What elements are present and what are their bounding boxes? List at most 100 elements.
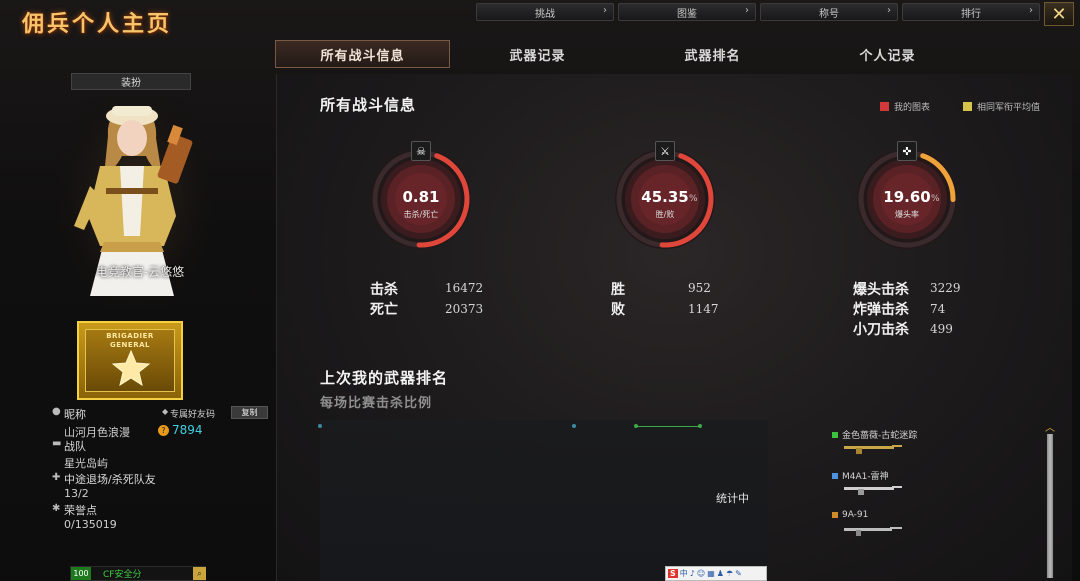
leave-icon: ✚ bbox=[52, 472, 61, 483]
ime-user-icon[interactable]: ♟ bbox=[717, 569, 724, 578]
leave-value: 13/2 bbox=[64, 487, 89, 500]
weapon-rank-subheading: 每场比赛击杀比例 bbox=[320, 396, 433, 411]
leaderboard-button[interactable]: 排行 › bbox=[902, 3, 1040, 21]
legend-mine: 我的图表 bbox=[880, 100, 930, 113]
bomb-kills-label: 炸弹击杀 bbox=[853, 302, 909, 318]
equip-button[interactable]: 装扮 bbox=[71, 73, 191, 90]
win-rate-value: 45.35 bbox=[641, 188, 689, 206]
friend-code-label: 专属好友码 bbox=[170, 410, 216, 420]
help-icon[interactable]: ? bbox=[158, 425, 169, 436]
tab-all-battle-info[interactable]: 所有战斗信息 bbox=[275, 40, 450, 68]
squad-label: 战队 bbox=[64, 440, 86, 453]
chevron-right-icon: › bbox=[887, 5, 891, 16]
wins-value: 952 bbox=[688, 281, 711, 295]
headshot-rate-percent: % bbox=[931, 194, 940, 204]
honor-icon: ✱ bbox=[52, 503, 61, 514]
handbook-button-label: 图鉴 bbox=[677, 8, 697, 20]
weapon-legend-item: 9A-91 bbox=[832, 510, 868, 520]
challenge-button-label: 挑战 bbox=[535, 8, 555, 20]
win-rate-caption: 胜/败 bbox=[655, 210, 675, 219]
nickname-label: 昵称 bbox=[64, 408, 86, 421]
star-icon bbox=[111, 350, 151, 386]
squad-icon: ▬ bbox=[52, 438, 62, 449]
losses-label: 败 bbox=[611, 302, 625, 318]
honor-value: 0/135019 bbox=[64, 518, 117, 531]
headshot-kills-value: 3229 bbox=[930, 281, 961, 295]
losses-value: 1147 bbox=[688, 302, 719, 316]
weapon-legend-item: 金色蔷薇-古蛇迷踪 bbox=[832, 428, 917, 441]
safety-score-label: CF安全分 bbox=[103, 570, 142, 580]
chevron-right-icon: › bbox=[1029, 5, 1033, 16]
kill-ratio-graph bbox=[320, 420, 768, 581]
ime-skin-icon[interactable]: ☂ bbox=[726, 569, 733, 578]
deaths-label: 死亡 bbox=[370, 302, 398, 318]
graph-status: 统计中 bbox=[716, 492, 749, 505]
scroll-up-icon[interactable]: ︿ bbox=[1042, 424, 1058, 434]
kd-value: 0.81 bbox=[402, 188, 440, 206]
battle-info-heading: 所有战斗信息 bbox=[320, 96, 417, 114]
win-rate-percent: % bbox=[689, 194, 698, 204]
weapon-swatch bbox=[832, 431, 838, 438]
crosshair-icon: ✜ bbox=[897, 141, 917, 161]
title-button-label: 称号 bbox=[819, 8, 839, 20]
tab-label: 所有战斗信息 bbox=[320, 48, 405, 64]
headshot-gauge: ✜ 19.60 % 爆头率 bbox=[853, 141, 961, 257]
equip-button-label: 装扮 bbox=[121, 78, 141, 89]
title-button[interactable]: 称号 › bbox=[760, 3, 898, 21]
rifle-icon bbox=[844, 486, 902, 495]
legend-average-swatch bbox=[963, 102, 972, 111]
weapon-swatch bbox=[832, 512, 838, 518]
copy-button[interactable]: 复制 bbox=[231, 406, 268, 419]
legend-mine-swatch bbox=[880, 102, 889, 111]
squad-value: 星光岛屿 bbox=[64, 457, 108, 470]
ime-toolbar[interactable]: S 中 ♪ ☺ ▦ ♟ ☂ ✎ bbox=[665, 566, 767, 581]
close-button[interactable]: ✕ bbox=[1044, 2, 1074, 26]
deaths-value: 20373 bbox=[445, 302, 484, 316]
legend-average-label: 相同军衔平均值 bbox=[977, 103, 1041, 113]
graph-line bbox=[636, 426, 700, 427]
handbook-button[interactable]: 图鉴 › bbox=[618, 3, 756, 21]
ime-keyboard-icon[interactable]: ▦ bbox=[707, 569, 715, 578]
ime-emoji-icon[interactable]: ☺ bbox=[697, 569, 705, 578]
ime-punct-icon[interactable]: ♪ bbox=[690, 569, 695, 578]
leaderboard-button-label: 排行 bbox=[961, 8, 981, 20]
friend-code-value: 7894 bbox=[172, 423, 203, 437]
window-title: 佣兵个人主页 bbox=[22, 12, 173, 37]
ime-mode-icon[interactable]: 中 bbox=[680, 568, 688, 579]
tab-weapon-ranking[interactable]: 武器排名 bbox=[625, 40, 800, 68]
avatar-name: 电竞教官-云悠悠 bbox=[95, 265, 185, 279]
weapon-name: 9A-91 bbox=[842, 510, 869, 520]
bomb-kills-value: 74 bbox=[930, 302, 946, 316]
rifle-icon bbox=[844, 445, 902, 454]
skull-icon: ☠ bbox=[411, 141, 431, 161]
rank-text-1: BRIGADIER bbox=[106, 332, 154, 340]
tab-label: 个人记录 bbox=[859, 48, 916, 64]
copy-button-label: 复制 bbox=[241, 408, 258, 417]
tab-personal-records[interactable]: 个人记录 bbox=[800, 40, 975, 68]
scrollbar-thumb[interactable] bbox=[1047, 434, 1053, 578]
tab-weapon-records[interactable]: 武器记录 bbox=[450, 40, 625, 68]
headshot-kills-label: 爆头击杀 bbox=[853, 282, 909, 298]
challenge-button[interactable]: 挑战 › bbox=[476, 3, 614, 21]
legend-mine-label: 我的图表 bbox=[894, 103, 931, 113]
kills-value: 16472 bbox=[445, 281, 484, 295]
kd-gauge: ☠ 0.81 击杀/死亡 bbox=[367, 141, 475, 257]
headshot-rate-caption: 爆头率 bbox=[895, 210, 919, 219]
user-icon: ● bbox=[52, 406, 61, 417]
win-rate-gauge: ⚔ 45.35 % 胜/败 bbox=[611, 141, 719, 257]
knife-kills-label: 小刀击杀 bbox=[853, 322, 909, 338]
ime-tools-icon[interactable]: ✎ bbox=[735, 569, 742, 578]
rank-text-2: GENERAL bbox=[110, 341, 150, 349]
chevron-right-icon: › bbox=[745, 5, 749, 16]
leave-label: 中途退场/杀死队友 bbox=[64, 473, 156, 486]
ime-logo-icon[interactable]: S bbox=[668, 569, 678, 578]
weapon-swatch bbox=[832, 472, 838, 479]
rifle-icon bbox=[844, 527, 902, 536]
graph-point bbox=[318, 424, 322, 428]
wins-label: 胜 bbox=[611, 282, 625, 298]
close-icon: ✕ bbox=[1051, 3, 1067, 25]
weapon-legend-item: M4A1-雷神 bbox=[832, 469, 889, 482]
tab-label: 武器记录 bbox=[509, 48, 566, 64]
tab-label: 武器排名 bbox=[684, 48, 741, 64]
search-icon[interactable]: ⌕ bbox=[193, 567, 206, 580]
